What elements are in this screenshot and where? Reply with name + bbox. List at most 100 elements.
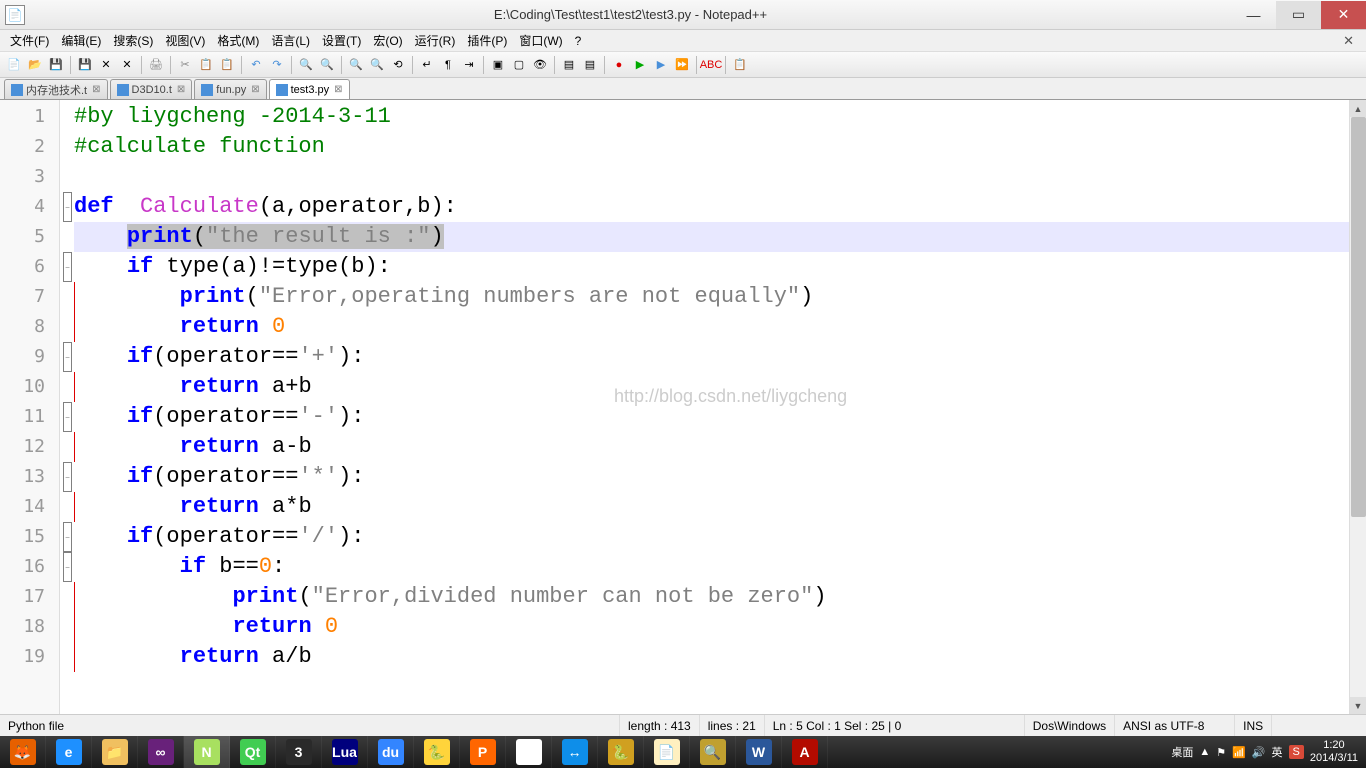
taskbar-app-search[interactable]: 🔍 [690,736,736,768]
close-button[interactable]: ✕ [1321,1,1366,29]
tray-network-icon[interactable]: 📶 [1232,746,1246,759]
code-line[interactable] [74,162,1366,192]
tray-ime[interactable]: 英 [1272,744,1283,760]
fold-marker[interactable] [60,372,74,402]
code-line[interactable]: def Calculate(a,operator,b): [74,192,1366,222]
taskbar-app-explorer[interactable]: 📁 [92,736,138,768]
tab-close-icon[interactable]: ⊠ [334,84,342,95]
taskbar-app-python[interactable]: 🐍 [414,736,460,768]
print-button[interactable]: 🖨 [146,55,166,75]
open-button[interactable]: 📂 [25,55,45,75]
fold-marker[interactable] [60,492,74,522]
fold-column[interactable]: −−−−−−− [60,100,74,714]
fold-marker[interactable]: − [60,462,74,492]
zoom-out-button[interactable]: 🔍 [367,55,387,75]
taskbar-app-3ds[interactable]: 3 [276,736,322,768]
scroll-up-arrow[interactable]: ▲ [1350,100,1366,117]
tray-desktop-label[interactable]: 桌面 [1171,744,1193,760]
code-line[interactable]: #by liygcheng -2014-3-11 [74,102,1366,132]
cut-button[interactable]: ✂ [175,55,195,75]
menu-item[interactable]: ? [569,32,588,50]
doc-button[interactable]: 📋 [730,55,750,75]
code-line[interactable]: if type(a)!=type(b): [74,252,1366,282]
code-line[interactable]: if(operator=='*'): [74,462,1366,492]
taskbar-app-qt[interactable]: Qt [230,736,276,768]
find-button[interactable]: 🔍 [296,55,316,75]
hidden-button[interactable]: 👁 [530,55,550,75]
taskbar-app-p[interactable]: P [460,736,506,768]
wrap-button[interactable]: ↵ [417,55,437,75]
menubar-close-icon[interactable]: ✕ [1335,33,1362,49]
code-line[interactable]: if(operator=='-'): [74,402,1366,432]
tab-close-icon[interactable]: ⊠ [177,84,185,95]
code-line[interactable]: print("Error,divided number can not be z… [74,582,1366,612]
menu-item[interactable]: 编辑(E) [55,30,107,51]
file-tab[interactable]: test3.py⊠ [269,79,350,99]
fold-button[interactable]: ▣ [488,55,508,75]
zoom-in-button[interactable]: 🔍 [346,55,366,75]
scroll-down-arrow[interactable]: ▼ [1350,697,1366,714]
fold-marker[interactable]: − [60,522,74,552]
taskbar-app-ie[interactable]: e [46,736,92,768]
uncomment-button[interactable]: ▤ [580,55,600,75]
unfold-button[interactable]: ▢ [509,55,529,75]
code-line[interactable]: return 0 [74,312,1366,342]
menu-item[interactable]: 格式(M) [211,30,265,51]
comment-button[interactable]: ▤ [559,55,579,75]
fold-marker[interactable] [60,582,74,612]
taskbar-app-chrome[interactable]: ◉ [506,736,552,768]
menu-item[interactable]: 文件(F) [4,30,55,51]
taskbar-app-vs[interactable]: ∞ [138,736,184,768]
undo-button[interactable]: ↶ [246,55,266,75]
menu-item[interactable]: 运行(R) [409,30,462,51]
menu-item[interactable]: 宏(O) [367,30,408,51]
code-line[interactable]: print("Error,operating numbers are not e… [74,282,1366,312]
new-button[interactable]: 📄 [4,55,24,75]
taskbar-app-teamviewer[interactable]: ↔ [552,736,598,768]
fold-marker[interactable]: − [60,342,74,372]
tray-flag-icon[interactable]: ⚑ [1216,746,1226,759]
tab-close-icon[interactable]: ⊠ [92,84,100,95]
tray-sogou-icon[interactable]: S [1289,745,1304,759]
close-button[interactable]: ✕ [96,55,116,75]
taskbar-app-word[interactable]: W [736,736,782,768]
code-line[interactable]: return 0 [74,612,1366,642]
menu-item[interactable]: 窗口(W) [513,30,568,51]
taskbar-app-notepadpp[interactable]: N [184,736,230,768]
file-tab[interactable]: 内存池技术.t⊠ [4,79,108,99]
fold-marker[interactable] [60,432,74,462]
show-all-button[interactable]: ¶ [438,55,458,75]
close-all-button[interactable]: ✕ [117,55,137,75]
taskbar-app-notepad[interactable]: 📄 [644,736,690,768]
copy-button[interactable]: 📋 [196,55,216,75]
sync-button[interactable]: ⟲ [388,55,408,75]
editor[interactable]: 12345678910111213141516171819 −−−−−−− ht… [0,100,1366,714]
code-line[interactable]: if(operator=='/'): [74,522,1366,552]
tray-chevron-icon[interactable]: ▲ [1199,746,1210,758]
fold-marker[interactable] [60,132,74,162]
fold-marker[interactable]: − [60,192,74,222]
scroll-thumb[interactable] [1351,117,1366,517]
code-line[interactable]: return a/b [74,642,1366,672]
fold-marker[interactable] [60,612,74,642]
code-line[interactable]: if(operator=='+'): [74,342,1366,372]
code-line[interactable]: return a+b [74,372,1366,402]
fold-marker[interactable] [60,162,74,192]
play-button[interactable]: ▶ [630,55,650,75]
code-line[interactable]: if b==0: [74,552,1366,582]
minimize-button[interactable]: — [1231,1,1276,29]
taskbar-app-lua[interactable]: Lua [322,736,368,768]
file-tab[interactable]: fun.py⊠ [194,79,266,99]
indent-button[interactable]: ⇥ [459,55,479,75]
menu-item[interactable]: 搜索(S) [107,30,159,51]
fold-marker[interactable]: − [60,402,74,432]
taskbar-app-pycharm[interactable]: 🐍 [598,736,644,768]
tray-clock[interactable]: 1:20 2014/3/11 [1310,739,1358,765]
fold-marker[interactable] [60,282,74,312]
file-tab[interactable]: D3D10.t⊠ [110,79,193,99]
play2-button[interactable]: ▶ [651,55,671,75]
code-line[interactable]: return a-b [74,432,1366,462]
redo-button[interactable]: ↷ [267,55,287,75]
maximize-button[interactable]: ▭ [1276,1,1321,29]
fold-marker[interactable]: − [60,552,74,582]
